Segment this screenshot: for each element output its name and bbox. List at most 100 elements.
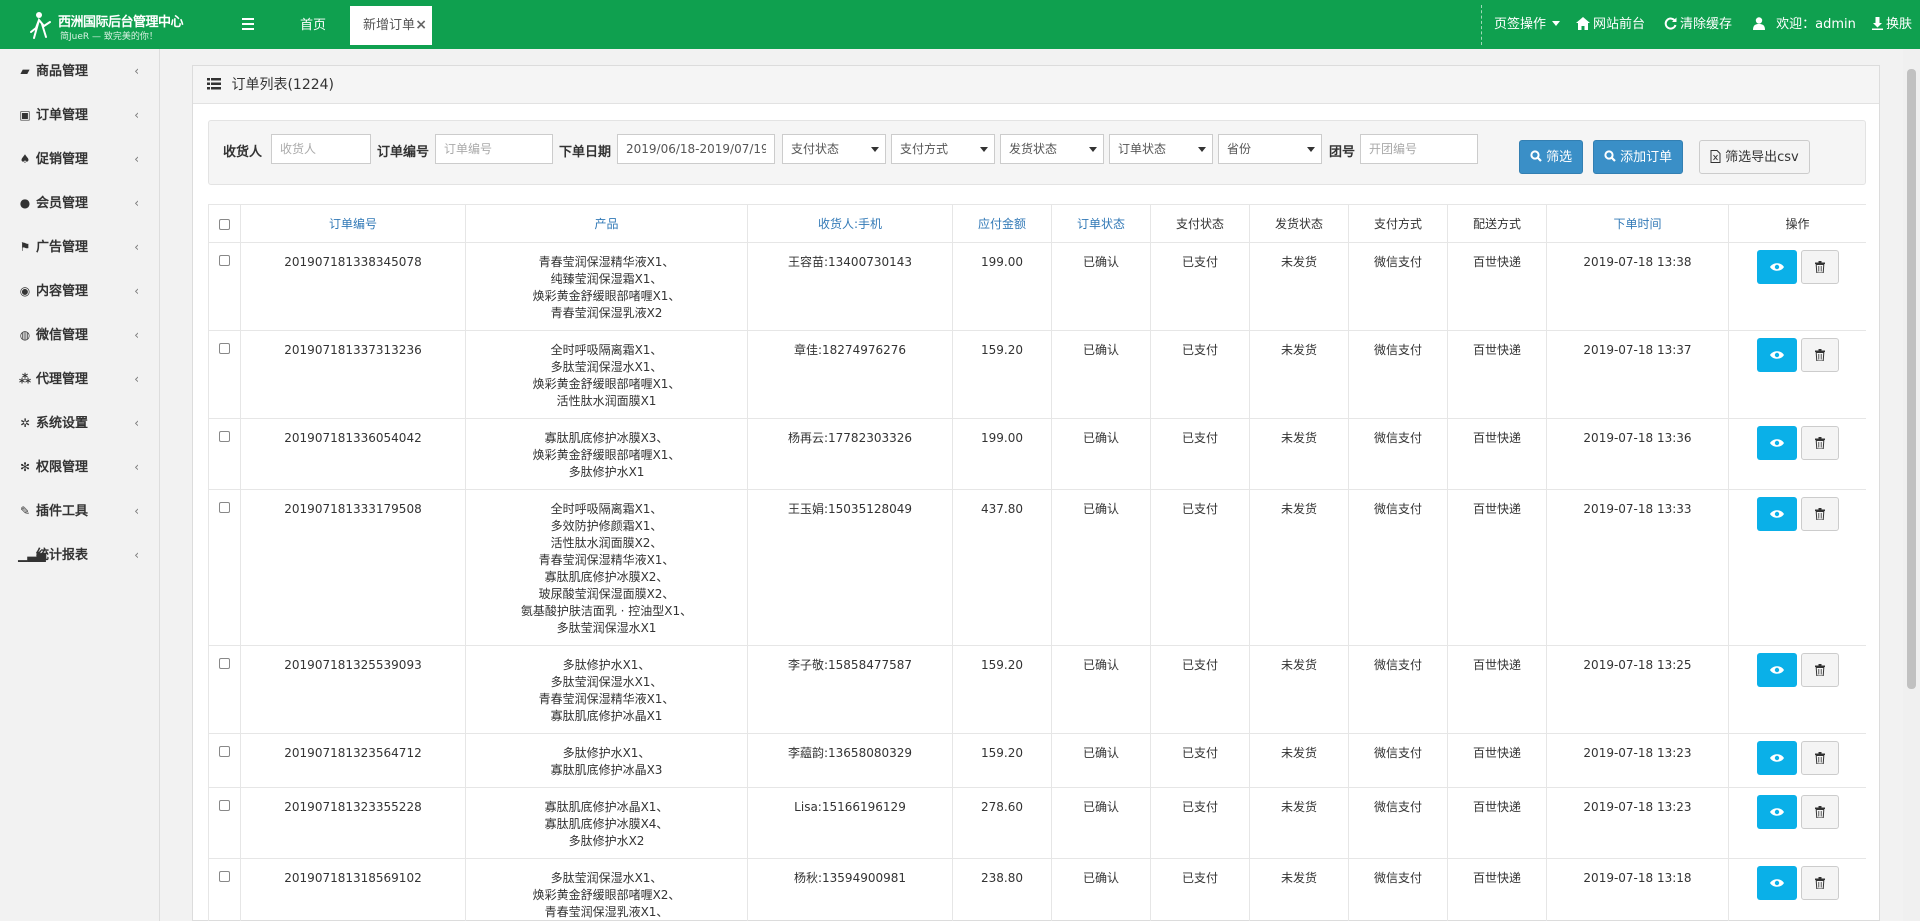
caret-down-icon xyxy=(980,147,988,152)
col-order-no[interactable]: 订单编号 xyxy=(240,204,466,243)
order-date-input[interactable] xyxy=(617,134,775,164)
sidebar-item-reports[interactable]: ▁▃▅统计报表 ‹ xyxy=(0,533,159,577)
sidebar-item-promotions[interactable]: ♠ 促销管理 ‹ xyxy=(0,137,159,181)
sidebar-item-plugins[interactable]: ✎ 插件工具 ‹ xyxy=(0,489,159,533)
delete-button[interactable] xyxy=(1800,250,1839,284)
chevron-left-icon: ‹ xyxy=(134,64,139,78)
view-button[interactable] xyxy=(1756,426,1797,460)
col-order-status[interactable]: 订单状态 xyxy=(1051,204,1151,243)
trash-icon xyxy=(1814,349,1825,361)
eye-icon xyxy=(1769,263,1784,271)
col-time[interactable]: 下单时间 xyxy=(1546,204,1729,243)
province-select[interactable]: 省份 xyxy=(1218,134,1322,164)
pay-status-cell: 已支付 xyxy=(1150,242,1250,331)
skin-link[interactable]: 换肤 xyxy=(1872,0,1912,49)
row-checkbox[interactable] xyxy=(208,733,241,788)
caret-down-icon xyxy=(1552,21,1561,26)
export-csv-button[interactable]: 筛选导出csv xyxy=(1699,140,1810,174)
delete-button[interactable] xyxy=(1800,338,1839,372)
col-product[interactable]: 产品 xyxy=(465,204,748,243)
select-all-checkbox[interactable] xyxy=(208,204,241,243)
sidebar-item-members[interactable]: ● 会员管理 ‹ xyxy=(0,181,159,225)
order-no-input[interactable] xyxy=(435,134,553,164)
view-button[interactable] xyxy=(1756,795,1797,829)
user-welcome[interactable]: 欢迎：admin xyxy=(1753,0,1856,49)
row-checkbox[interactable] xyxy=(208,418,241,490)
view-button[interactable] xyxy=(1756,741,1797,775)
amount-cell: 278.60 xyxy=(952,787,1052,859)
row-checkbox[interactable] xyxy=(208,489,241,646)
eye-icon xyxy=(1769,439,1784,447)
wrench-icon: ✎ xyxy=(19,504,31,518)
row-checkbox[interactable] xyxy=(208,330,241,419)
site-front-link[interactable]: 网站前台 xyxy=(1576,0,1645,49)
order-status-cell: 已确认 xyxy=(1051,418,1151,490)
ship-status-cell: 未发货 xyxy=(1249,645,1349,734)
col-amount[interactable]: 应付金额 xyxy=(952,204,1052,243)
tab-new-order[interactable]: 新增订单 × xyxy=(350,6,432,45)
actions-cell xyxy=(1728,330,1866,419)
amount-cell: 238.80 xyxy=(952,858,1052,921)
pay-status-cell: 已支付 xyxy=(1150,330,1250,419)
menu-toggle-icon[interactable] xyxy=(242,15,260,33)
chevron-left-icon: ‹ xyxy=(134,416,139,430)
scrollbar-thumb[interactable] xyxy=(1907,69,1916,689)
delete-button[interactable] xyxy=(1800,741,1839,775)
delete-button[interactable] xyxy=(1800,426,1839,460)
clear-cache-link[interactable]: 清除缓存 xyxy=(1664,0,1732,49)
product-line: 活性肽水润面膜X2、 xyxy=(550,536,663,550)
time-cell: 2019-07-18 13:23 xyxy=(1546,733,1729,788)
view-button[interactable] xyxy=(1756,338,1797,372)
product-line: 多肽修护水X1、 xyxy=(562,746,651,760)
pay-method-select[interactable]: 支付方式 xyxy=(891,134,995,164)
amount-cell: 437.80 xyxy=(952,489,1052,646)
receiver-input[interactable] xyxy=(271,134,371,164)
tab-home[interactable]: 首页 xyxy=(300,6,340,45)
add-order-button[interactable]: 添加订单 xyxy=(1593,140,1684,174)
order-status-select[interactable]: 订单状态 xyxy=(1109,134,1213,164)
sidebar-item-settings[interactable]: ✲ 系统设置 ‹ xyxy=(0,401,159,445)
row-checkbox[interactable] xyxy=(208,645,241,734)
order-no-cell: 201907181338345078 xyxy=(240,242,466,331)
ship-status-select[interactable]: 发货状态 xyxy=(1000,134,1104,164)
user-icon: ● xyxy=(19,196,31,210)
product-line: 玻尿酸莹润保湿面膜X2、 xyxy=(538,587,675,601)
table-row: 201907181325539093 多肽修护水X1、 多肽莹润保湿水X1、 青春莹润… xyxy=(208,645,1866,734)
delete-button[interactable] xyxy=(1800,653,1839,687)
amount-cell: 199.00 xyxy=(952,242,1052,331)
product-line: 寡肽肌底修护冰晶X1 xyxy=(550,709,663,723)
tab-ops-dropdown[interactable]: 页签操作 xyxy=(1494,0,1561,49)
gear-icon: ✲ xyxy=(19,416,31,430)
sidebar-item-orders[interactable]: ▣ 订单管理 ‹ xyxy=(0,93,159,137)
products-cell: 寡肽肌底修护冰膜X3、 焕彩黄金舒缓眼部啫喱X1、 多肽修护水X1 xyxy=(465,418,748,490)
trash-icon xyxy=(1814,508,1825,520)
pay-status-select[interactable]: 支付状态 xyxy=(782,134,886,164)
view-button[interactable] xyxy=(1756,497,1797,531)
close-icon[interactable]: × xyxy=(415,6,427,45)
view-button[interactable] xyxy=(1756,866,1797,900)
trash-icon xyxy=(1814,877,1825,889)
amount-cell: 199.00 xyxy=(952,418,1052,490)
sidebar-item-permissions[interactable]: ✻ 权限管理 ‹ xyxy=(0,445,159,489)
sidebar-item-wechat[interactable]: ◍ 微信管理 ‹ xyxy=(0,313,159,357)
logo[interactable]: 西洲国际后台管理中心 简JueR — 致完美的你！ xyxy=(28,8,188,42)
sidebar-item-content[interactable]: ◉ 内容管理 ‹ xyxy=(0,269,159,313)
vertical-scrollbar[interactable] xyxy=(1903,49,1920,921)
col-receiver[interactable]: 收货人:手机 xyxy=(747,204,953,243)
delete-button[interactable] xyxy=(1800,795,1839,829)
view-button[interactable] xyxy=(1756,653,1797,687)
delete-button[interactable] xyxy=(1800,866,1839,900)
sidebar-item-agents[interactable]: ⁂ 代理管理 ‹ xyxy=(0,357,159,401)
refresh-icon xyxy=(1664,17,1677,30)
row-checkbox[interactable] xyxy=(208,858,241,921)
group-input[interactable] xyxy=(1360,134,1478,164)
row-checkbox[interactable] xyxy=(208,787,241,859)
sidebar-item-ads[interactable]: ⚑ 广告管理 ‹ xyxy=(0,225,159,269)
pay-method-cell: 微信支付 xyxy=(1348,645,1448,734)
view-button[interactable] xyxy=(1756,250,1797,284)
delete-button[interactable] xyxy=(1800,497,1839,531)
row-checkbox[interactable] xyxy=(208,242,241,331)
sidebar-item-products[interactable]: ▰ 商品管理 ‹ xyxy=(0,49,159,93)
logo-subtitle: 简JueR — 致完美的你！ xyxy=(60,32,158,42)
filter-button[interactable]: 筛选 xyxy=(1519,140,1584,174)
